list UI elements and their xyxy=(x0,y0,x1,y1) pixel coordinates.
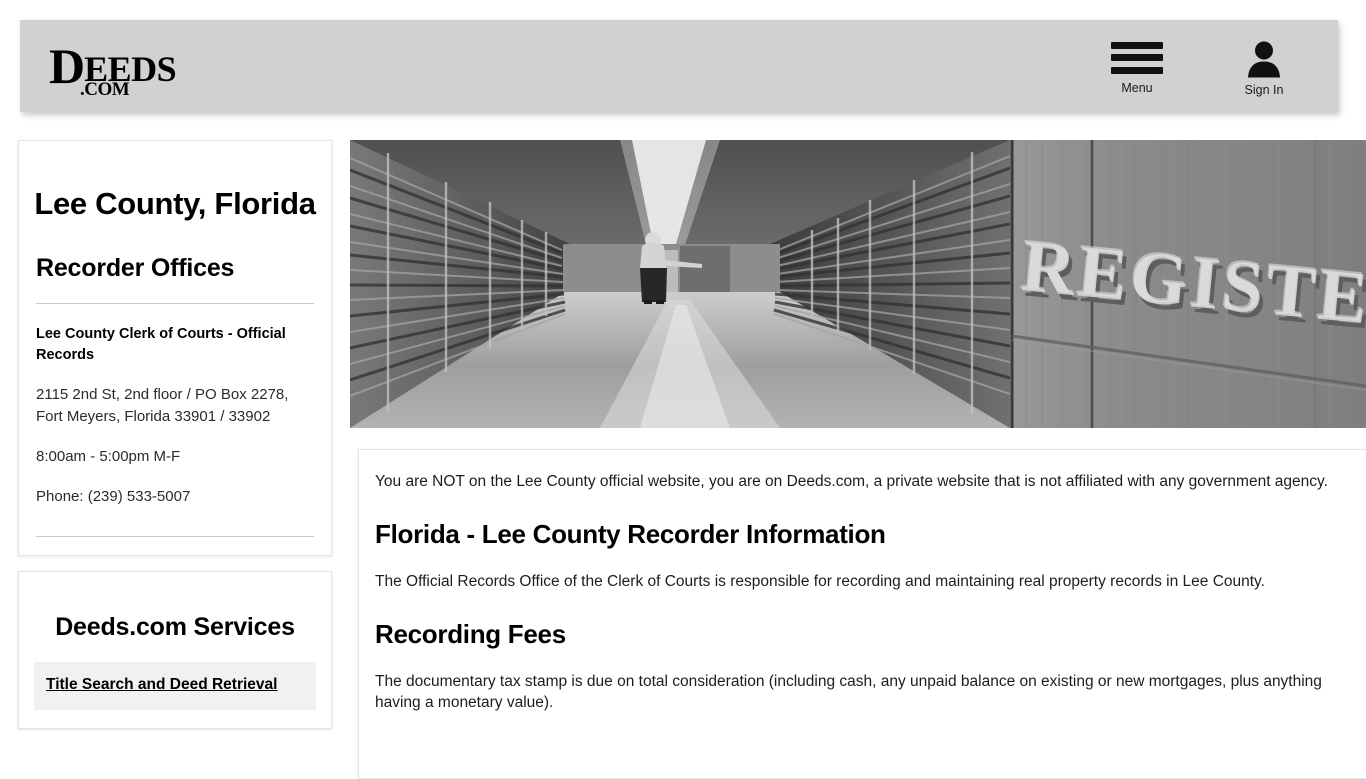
recorder-information-heading: Florida - Lee County Recorder Informatio… xyxy=(375,518,886,549)
hamburger-icon xyxy=(1111,40,1163,76)
deeds-services-card: Deeds.com Services Title Search and Deed… xyxy=(18,570,332,730)
user-icon xyxy=(1248,41,1280,78)
recorder-information-paragraph: The Official Records Office of the Clerk… xyxy=(375,572,1265,590)
sign-in-button[interactable]: Sign In xyxy=(1228,40,1300,97)
menu-button-label: Menu xyxy=(1121,80,1153,95)
page-title: Lee County, Florida xyxy=(34,186,316,221)
list-item[interactable]: Title Search and Deed Retrieval xyxy=(34,661,316,711)
disclaimer-text: You are NOT on the Lee County official w… xyxy=(375,473,1328,490)
services-heading: Deeds.com Services xyxy=(55,612,295,641)
office-address: 2115 2nd St, 2nd floor / PO Box 2278, Fo… xyxy=(36,386,289,425)
recording-fees-paragraph: The documentary tax stamp is due on tota… xyxy=(375,672,1322,711)
office-hours: 8:00am - 5:00pm M-F xyxy=(36,447,181,465)
recorder-offices-card: Lee County, Florida Recorder Offices Lee… xyxy=(18,140,332,556)
divider xyxy=(36,303,314,305)
service-link-title-search[interactable]: Title Search and Deed Retrieval xyxy=(46,676,277,693)
main-content: You are NOT on the Lee County official w… xyxy=(358,449,1366,779)
header-actions: Menu Sign In xyxy=(1101,40,1300,97)
sign-in-button-label: Sign In xyxy=(1244,82,1284,97)
register-of-deeds-photo: REGISTER OF DEEDS REGISTER OF DEEDS REGI… xyxy=(350,140,1366,428)
sidebar: Lee County, Florida Recorder Offices Lee… xyxy=(18,140,332,730)
office-name: Lee County Clerk of Courts - Official Re… xyxy=(36,326,286,363)
deeds-logo[interactable]: DEEDS .COM xyxy=(35,36,195,100)
divider xyxy=(36,535,314,537)
logo-dotcom: .COM xyxy=(80,79,130,100)
office-phone: Phone: (239) 533-5007 xyxy=(36,488,191,506)
logo-letter-d: D xyxy=(49,38,85,94)
hero-image: REGISTER OF DEEDS REGISTER OF DEEDS REGI… xyxy=(350,140,1366,428)
menu-button[interactable]: Menu xyxy=(1101,40,1173,95)
recording-fees-heading: Recording Fees xyxy=(375,618,566,649)
recorder-offices-heading: Recorder Offices xyxy=(36,254,235,283)
site-header: DEEDS .COM Menu Sign In xyxy=(20,20,1338,112)
